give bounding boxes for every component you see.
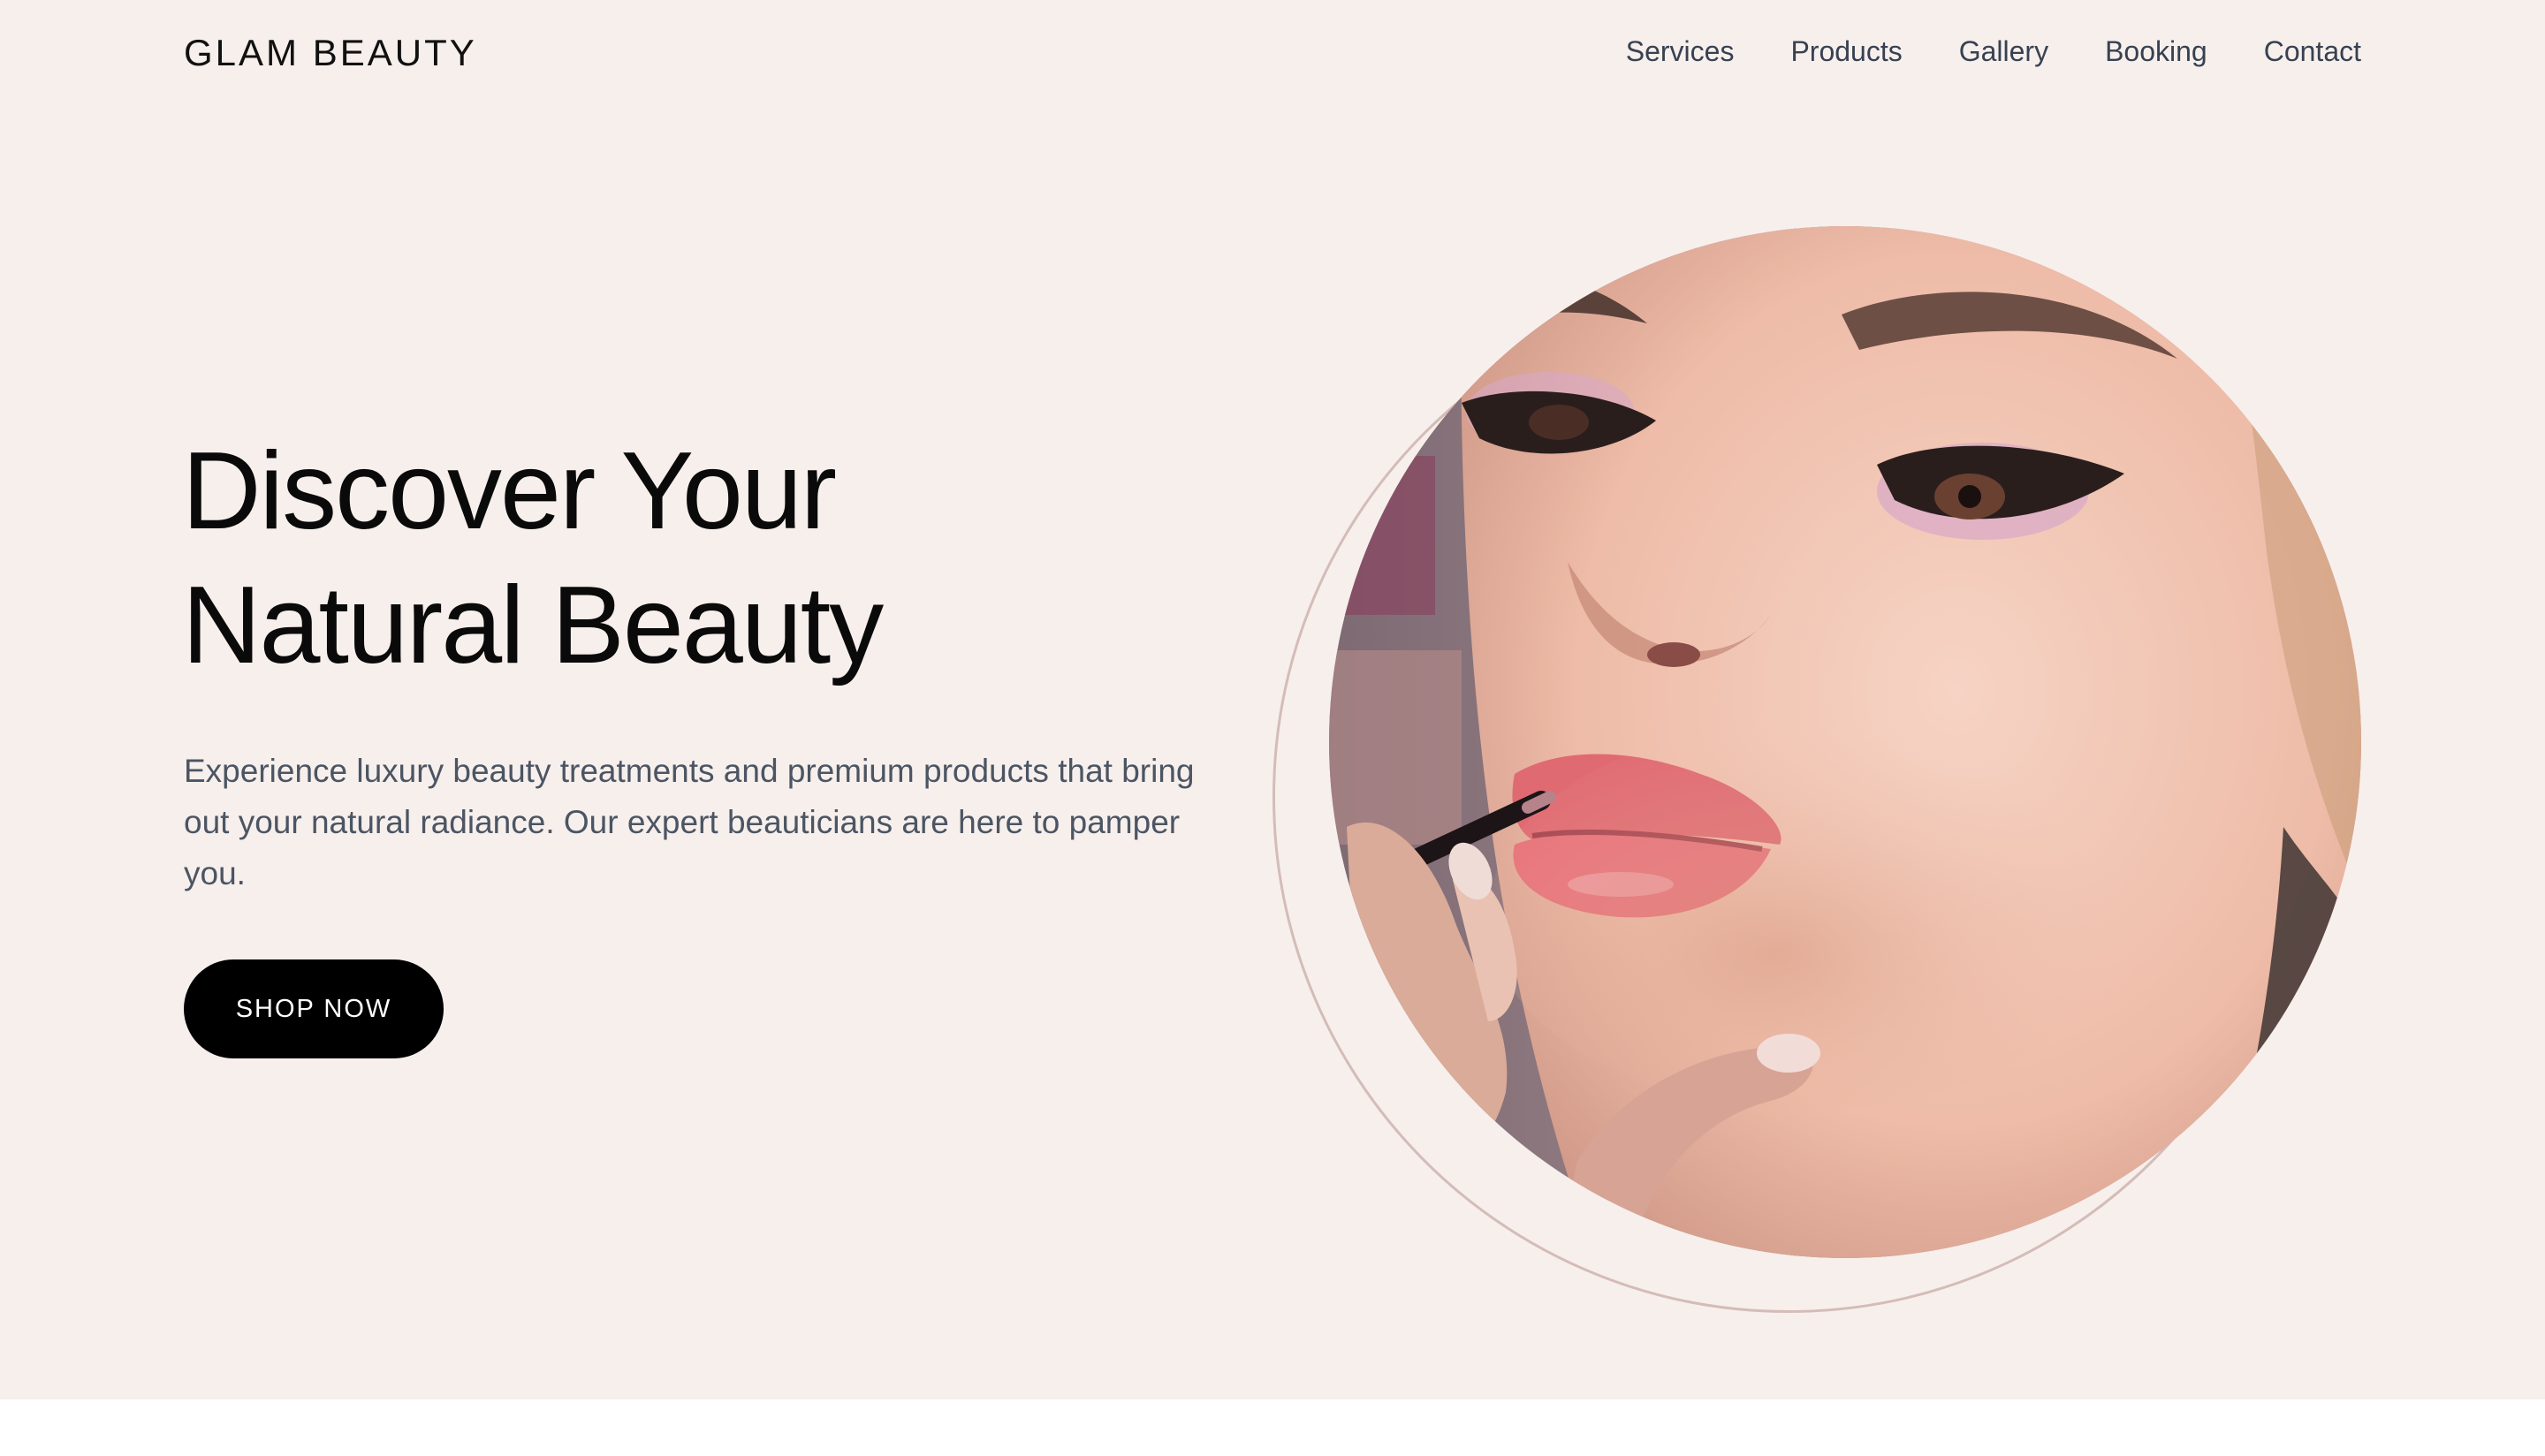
hero-description: Experience luxury beauty treatments and …	[184, 753, 1195, 891]
nav-links: Services Products Gallery Booking Contac…	[1626, 35, 2361, 68]
shop-now-button[interactable]: SHOP NOW	[184, 959, 444, 1058]
nav-link-products[interactable]: Products	[1790, 35, 1902, 68]
navbar: GLAM BEAUTY Services Products Gallery Bo…	[0, 0, 2545, 106]
logo[interactable]: GLAM BEAUTY	[184, 32, 477, 74]
portrait-photo-icon	[1329, 226, 2361, 1258]
nav-link-contact[interactable]: Contact	[2264, 35, 2361, 68]
nav-link-booking[interactable]: Booking	[2105, 35, 2207, 68]
headline-line-1: Discover Your	[182, 430, 837, 552]
nav-link-services[interactable]: Services	[1626, 35, 1735, 68]
hero-headline: Discover Your Natural Beauty	[182, 424, 884, 693]
headline-line-2: Natural Beauty	[182, 565, 884, 686]
hero-portrait-image	[1329, 226, 2361, 1258]
nav-link-gallery[interactable]: Gallery	[1959, 35, 2048, 68]
hero-section: GLAM BEAUTY Services Products Gallery Bo…	[0, 0, 2545, 1399]
